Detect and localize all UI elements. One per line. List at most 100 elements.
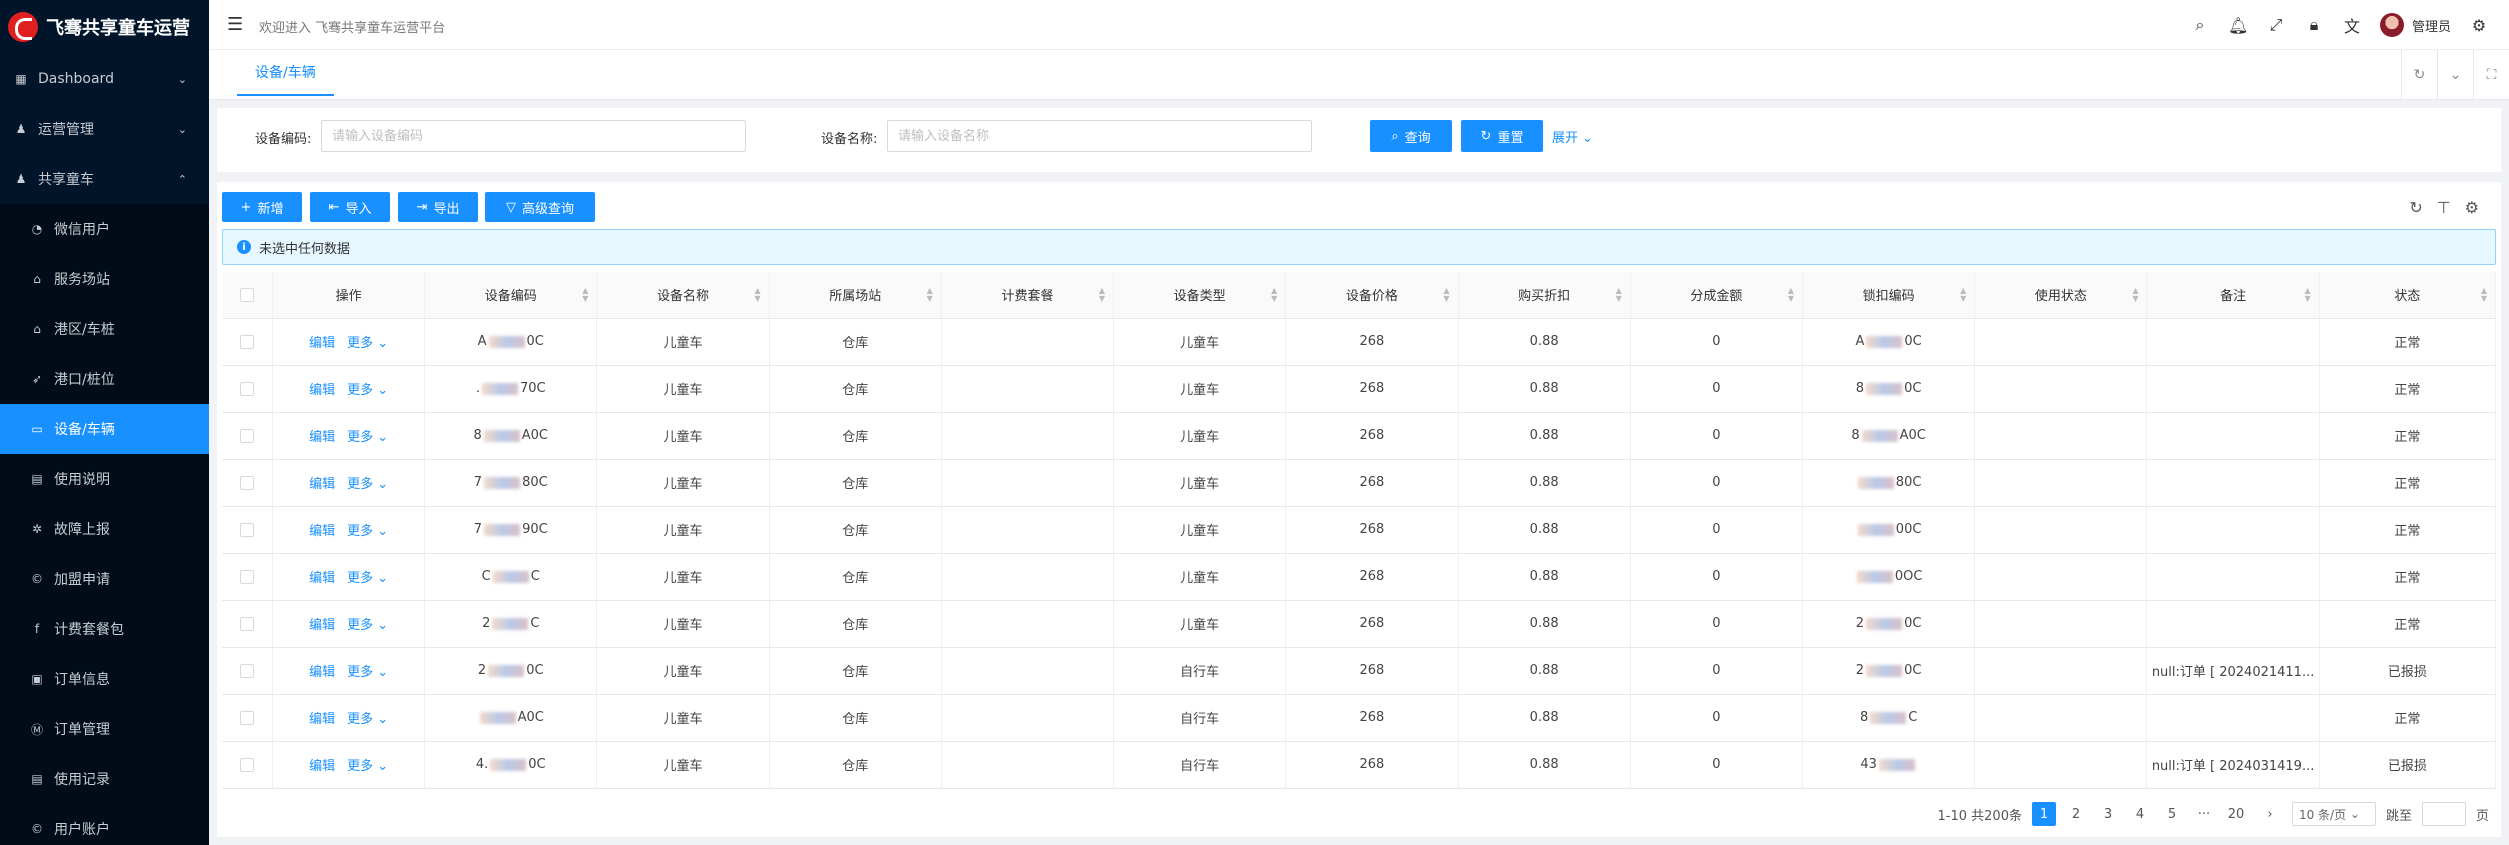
column-header[interactable]: 计费套餐 ▲ ▼ [941,272,1115,319]
bell-icon[interactable]: 🔔︎ [2228,16,2248,35]
row-checkbox[interactable] [240,334,255,349]
fullscreen-icon[interactable]: ⤢ [2266,15,2286,35]
edit-link[interactable]: 编辑 [309,571,335,586]
sidebar-item-12[interactable]: ▣ 订单信息 [0,654,209,704]
settings-icon[interactable]: ⚙ [2469,16,2489,35]
row-checkbox[interactable] [240,381,255,396]
column-header[interactable]: 设备编码 ▲ ▼ [424,272,598,319]
column-header[interactable]: 锁扣编码 ▲ ▼ [1802,272,1976,319]
sort-icon[interactable]: ▲ ▼ [1616,287,1622,303]
column-header[interactable]: 设备价格 ▲ ▼ [1285,272,1459,319]
more-dropdown[interactable]: 更多 ⌄ [347,430,388,445]
column-header[interactable]: 设备名称 ▲ ▼ [596,272,770,319]
row-checkbox[interactable] [240,475,255,490]
column-header[interactable]: 状态 ▲ ▼ [2319,272,2497,319]
select-all-checkbox[interactable] [240,287,255,302]
chevron-down-icon[interactable]: ⌄ [2437,50,2473,100]
import-button[interactable]: ⇤ 导入 [310,192,390,222]
page-3[interactable]: 3 [2096,802,2120,826]
tab-device-vehicle[interactable]: 设备/车辆 [237,50,334,96]
page-size-select[interactable]: 10 条/页 ⌄ [2291,802,2376,826]
row-checkbox[interactable] [240,710,255,725]
row-checkbox[interactable] [240,663,255,678]
page-4[interactable]: 4 [2128,802,2152,826]
more-dropdown[interactable]: 更多 ⌄ [347,383,388,398]
row-checkbox[interactable] [240,569,255,584]
sidebar-item-1[interactable]: ♟ 运营管理 ⌄ [0,104,209,154]
row-checkbox[interactable] [240,522,255,537]
sidebar-item-9[interactable]: ✲ 故障上报 [0,504,209,554]
edit-link[interactable]: 编辑 [309,759,335,774]
search-icon[interactable]: ⌕ [2190,15,2210,35]
next-page-icon[interactable]: › [2258,802,2282,826]
device-name-input[interactable] [887,120,1312,152]
sidebar-item-10[interactable]: © 加盟申请 [0,554,209,604]
add-button[interactable]: + 新增 [222,192,302,222]
more-dropdown[interactable]: 更多 ⌄ [347,477,388,492]
sort-icon[interactable]: ▲ ▼ [1443,287,1449,303]
column-header[interactable]: 设备类型 ▲ ▼ [1113,272,1287,319]
edit-link[interactable]: 编辑 [309,430,335,445]
column-header[interactable]: 分成金额 ▲ ▼ [1630,272,1804,319]
query-button[interactable]: ⌕ 查询 [1370,120,1452,152]
row-checkbox[interactable] [240,428,255,443]
translate-icon[interactable]: 文 [2342,13,2362,37]
user-name[interactable]: 管理员 [2412,16,2451,35]
edit-link[interactable]: 编辑 [309,618,335,633]
page-20[interactable]: 20 [2224,802,2248,826]
reset-button[interactable]: ↻ 重置 [1461,120,1543,152]
sort-icon[interactable]: ▲ ▼ [754,287,760,303]
sort-icon[interactable]: ▲ ▼ [582,287,588,303]
more-dropdown[interactable]: 更多 ⌄ [347,759,388,774]
sidebar-item-11[interactable]: f 计费套餐包 [0,604,209,654]
edit-link[interactable]: 编辑 [309,383,335,398]
sort-icon[interactable]: ▲ ▼ [2132,287,2138,303]
sort-icon[interactable]: ▲ ▼ [1271,287,1277,303]
column-header[interactable]: 使用状态 ▲ ▼ [1974,272,2148,319]
sidebar-item-7[interactable]: ▭ 设备/车辆 [0,404,209,454]
more-dropdown[interactable]: 更多 ⌄ [347,571,388,586]
menu-fold-icon[interactable]: ☰ [227,14,243,35]
jump-input[interactable] [2421,802,2466,826]
export-button[interactable]: ⇥ 导出 [398,192,478,222]
refresh-icon[interactable]: ↻ [2409,198,2422,217]
more-dropdown[interactable]: 更多 ⌄ [347,618,388,633]
sidebar-item-13[interactable]: Ⓜ 订单管理 [0,704,209,754]
fullscreen-tab-icon[interactable]: ⛶ [2473,50,2509,100]
sidebar-item-0[interactable]: ▦ Dashboard ⌄ [0,54,209,104]
row-checkbox[interactable] [240,757,255,772]
avatar[interactable] [2379,13,2404,37]
device-code-input[interactable] [321,120,746,152]
edit-link[interactable]: 编辑 [309,477,335,492]
more-dropdown[interactable]: 更多 ⌄ [347,712,388,727]
page-5[interactable]: 5 [2160,802,2184,826]
edit-link[interactable]: 编辑 [309,712,335,727]
more-dropdown[interactable]: 更多 ⌄ [347,524,388,539]
sidebar-item-15[interactable]: © 用户账户 [0,804,209,845]
sidebar-item-5[interactable]: ⌂ 港区/车桩 [0,304,209,354]
column-height-icon[interactable]: ⊤ [2437,198,2451,217]
row-checkbox[interactable] [240,616,255,631]
column-header[interactable]: 购买折扣 ▲ ▼ [1458,272,1631,319]
sidebar-item-4[interactable]: ⌂ 服务场站 [0,254,209,304]
edit-link[interactable]: 编辑 [309,336,335,351]
lock-icon[interactable]: 🔒︎ [2304,15,2324,35]
expand-link[interactable]: 展开 ⌄ [1552,127,1593,146]
sidebar-item-14[interactable]: ▤ 使用记录 [0,754,209,804]
sort-icon[interactable]: ▲ ▼ [2481,287,2487,303]
advanced-query-button[interactable]: ▽ 高级查询 [485,192,595,222]
sort-icon[interactable]: ▲ ▼ [1788,287,1794,303]
page-2[interactable]: 2 [2064,802,2088,826]
more-dropdown[interactable]: 更多 ⌄ [347,665,388,680]
reload-tab-icon[interactable]: ↻ [2401,50,2437,100]
edit-link[interactable]: 编辑 [309,665,335,680]
column-header[interactable]: 所属场站 ▲ ▼ [769,272,942,319]
sidebar-item-2[interactable]: ♟ 共享童车 ⌃ [0,154,209,204]
sort-icon[interactable]: ▲ ▼ [927,287,933,303]
sidebar-item-8[interactable]: ▤ 使用说明 [0,454,209,504]
edit-link[interactable]: 编辑 [309,524,335,539]
sort-icon[interactable]: ▲ ▼ [1960,287,1966,303]
sort-icon[interactable]: ▲ ▼ [1099,287,1105,303]
sort-icon[interactable]: ▲ ▼ [2305,287,2311,303]
sidebar-item-3[interactable]: ◔ 微信用户 [0,204,209,254]
